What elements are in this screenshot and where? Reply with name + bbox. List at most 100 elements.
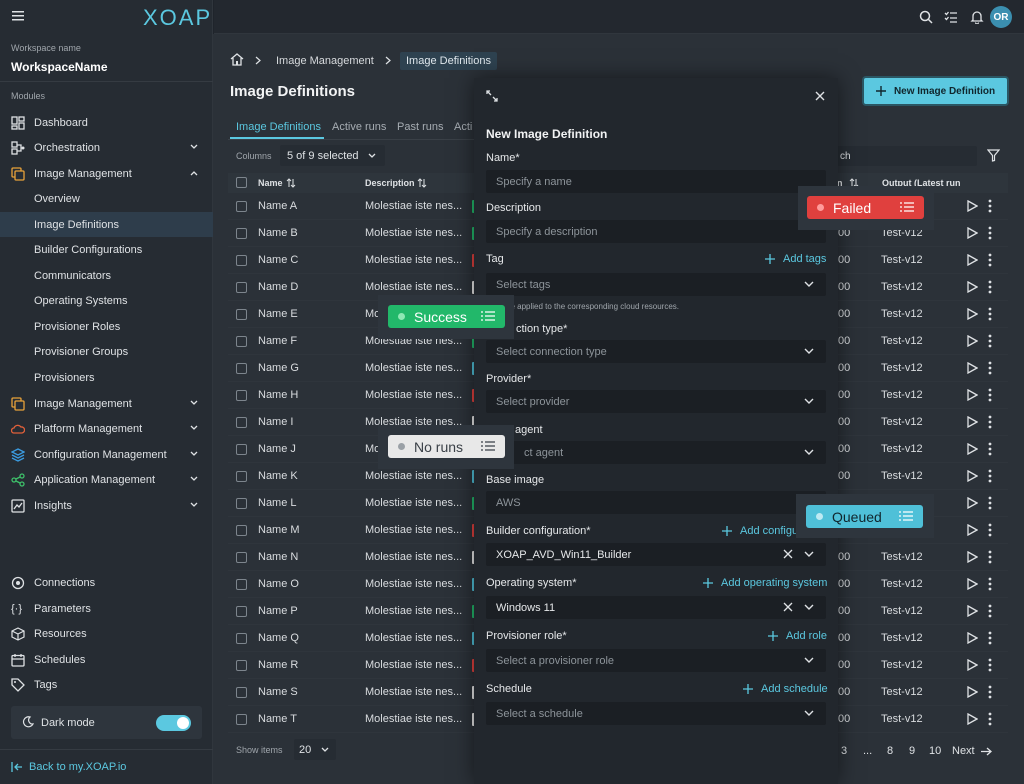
back-link[interactable]: Back to my.XOAP.io [11, 761, 126, 773]
row-checkbox[interactable] [236, 336, 247, 347]
provisioner-role-select[interactable]: Select a provisioner role [486, 649, 826, 672]
sidebar-subitem-builder-configurations[interactable]: Builder Configurations [0, 237, 213, 262]
row-checkbox[interactable] [236, 444, 247, 455]
status-badge-queued[interactable]: Queued [806, 505, 923, 528]
sidebar-item-image-management[interactable]: Image Management [0, 161, 213, 186]
play-icon[interactable] [966, 281, 978, 293]
sidebar-subitem-image-definitions[interactable]: Image Definitions [0, 212, 213, 237]
clear-icon[interactable] [783, 549, 793, 559]
sort-icon[interactable] [417, 178, 427, 188]
schedule-select[interactable]: Select a schedule [486, 702, 826, 725]
sidebar-item-image-management-2[interactable]: Image Management [0, 391, 213, 416]
row-checkbox[interactable] [236, 525, 247, 536]
workspace-name[interactable]: WorkspaceName [11, 60, 108, 74]
row-checkbox[interactable] [236, 201, 247, 212]
play-icon[interactable] [966, 497, 978, 509]
page-10[interactable]: 10 [929, 745, 941, 757]
agent-select[interactable]: ct agent [486, 441, 826, 464]
more-icon[interactable] [988, 253, 992, 267]
more-icon[interactable] [988, 334, 992, 348]
sidebar-subitem-provisioners[interactable]: Provisioners [0, 365, 213, 390]
sidebar-item-application-management[interactable]: Application Management [0, 467, 213, 492]
status-badge-success[interactable]: Success [388, 305, 505, 328]
sidebar-item-platform-management[interactable]: Platform Management [0, 416, 213, 441]
play-icon[interactable] [966, 578, 978, 590]
sidebar-item-dashboard[interactable]: Dashboard [0, 110, 213, 135]
add-operating-system-link[interactable]: Add operating system [703, 577, 827, 589]
sidebar-subitem-operating-systems[interactable]: Operating Systems [0, 288, 213, 313]
tab-image-definitions[interactable]: Image Definitions [236, 121, 321, 133]
row-checkbox[interactable] [236, 390, 247, 401]
header-checkbox[interactable] [236, 177, 247, 188]
provider-select[interactable]: Select provider [486, 390, 826, 413]
sidebar-subitem-overview[interactable]: Overview [0, 186, 213, 211]
more-icon[interactable] [988, 199, 992, 213]
add-schedule-link[interactable]: Add schedule [743, 683, 828, 695]
per-page-select[interactable]: 20 [294, 739, 336, 760]
row-checkbox[interactable] [236, 255, 247, 266]
more-icon[interactable] [988, 685, 992, 699]
row-checkbox[interactable] [236, 660, 247, 671]
more-icon[interactable] [988, 496, 992, 510]
play-icon[interactable] [966, 686, 978, 698]
sidebar-subitem-provisioner-groups[interactable]: Provisioner Groups [0, 339, 213, 364]
sidebar-subitem-provisioner-roles[interactable]: Provisioner Roles [0, 314, 213, 339]
more-icon[interactable] [988, 415, 992, 429]
play-icon[interactable] [966, 416, 978, 428]
add-configuration-link[interactable]: Add configu [722, 525, 798, 537]
play-icon[interactable] [966, 470, 978, 482]
sidebar-item-resources[interactable]: Resources [0, 621, 213, 646]
more-icon[interactable] [988, 604, 992, 618]
play-icon[interactable] [966, 632, 978, 644]
search-icon[interactable] [919, 10, 933, 24]
play-icon[interactable] [966, 389, 978, 401]
row-checkbox[interactable] [236, 633, 247, 644]
sort-icon[interactable] [286, 178, 296, 188]
description-input[interactable]: Specify a description [486, 220, 826, 243]
add-role-link[interactable]: Add role [768, 630, 827, 642]
more-icon[interactable] [988, 442, 992, 456]
filter-icon[interactable] [987, 149, 1000, 162]
columns-select[interactable]: 5 of 9 selected [280, 145, 385, 166]
expand-icon[interactable] [486, 90, 498, 102]
bell-icon[interactable] [970, 10, 984, 24]
play-icon[interactable] [966, 227, 978, 239]
breadcrumb-image-management[interactable]: Image Management [276, 55, 374, 67]
more-icon[interactable] [988, 712, 992, 726]
more-icon[interactable] [988, 577, 992, 591]
page-9[interactable]: 9 [909, 745, 915, 757]
home-icon[interactable] [230, 53, 244, 66]
play-icon[interactable] [966, 713, 978, 725]
header-description[interactable]: Description [365, 178, 415, 188]
add-tags-link[interactable]: Add tags [765, 253, 826, 265]
play-icon[interactable] [966, 551, 978, 563]
row-checkbox[interactable] [236, 228, 247, 239]
search-input[interactable]: ch [837, 146, 977, 166]
new-image-definition-button[interactable]: New Image Definition [864, 78, 1007, 104]
name-input[interactable]: Specify a name [486, 170, 826, 193]
more-icon[interactable] [988, 307, 992, 321]
dark-mode-toggle[interactable] [156, 715, 191, 731]
header-name[interactable]: Name [258, 178, 283, 188]
play-icon[interactable] [966, 335, 978, 347]
more-icon[interactable] [988, 280, 992, 294]
close-icon[interactable] [815, 91, 825, 101]
row-checkbox[interactable] [236, 282, 247, 293]
row-checkbox[interactable] [236, 687, 247, 698]
logo[interactable]: XOAP [143, 5, 212, 31]
tag-select[interactable]: Select tags [486, 273, 826, 296]
row-checkbox[interactable] [236, 552, 247, 563]
row-checkbox[interactable] [236, 579, 247, 590]
status-badge-no-runs[interactable]: No runs [388, 435, 505, 458]
row-checkbox[interactable] [236, 606, 247, 617]
play-icon[interactable] [966, 524, 978, 536]
more-icon[interactable] [988, 550, 992, 564]
sidebar-subitem-communicators[interactable]: Communicators [0, 263, 213, 288]
tab-past-runs[interactable]: Past runs [397, 121, 443, 133]
more-icon[interactable] [988, 388, 992, 402]
sidebar-item-insights[interactable]: Insights [0, 493, 213, 518]
clear-icon[interactable] [783, 602, 793, 612]
row-checkbox[interactable] [236, 714, 247, 725]
builder-configuration-select[interactable]: XOAP_AVD_Win11_Builder [486, 543, 826, 566]
row-checkbox[interactable] [236, 309, 247, 320]
